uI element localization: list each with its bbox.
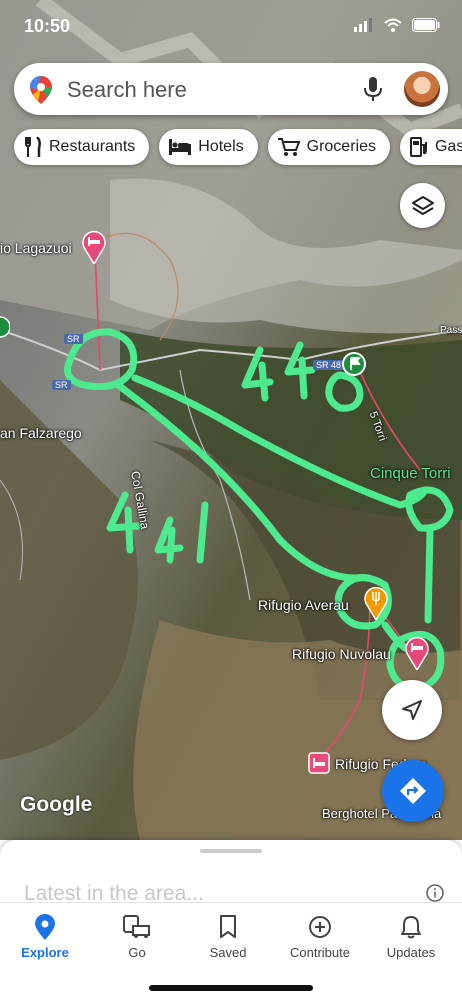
category-chips: Restaurants Hotels Groceries Gas <box>14 129 462 165</box>
map-label-lagazuoi[interactable]: io Lagazuoi <box>0 240 72 256</box>
navigation-arrow-icon <box>402 700 422 720</box>
explore-pin-icon <box>35 914 55 940</box>
tab-label: Updates <box>386 945 436 960</box>
tab-contribute[interactable]: Contribute <box>280 913 360 960</box>
layers-button[interactable] <box>400 183 445 228</box>
hotel-pin-icon[interactable] <box>405 636 429 670</box>
chip-hotels[interactable]: Hotels <box>159 129 258 165</box>
map-label-nuvolau[interactable]: Rifugio Nuvolau <box>292 646 391 662</box>
tab-label: Explore <box>21 945 69 960</box>
chip-label: Restaurants <box>49 138 136 155</box>
battery-icon <box>412 18 440 32</box>
signal-icon <box>354 18 372 32</box>
tab-explore[interactable]: Explore <box>5 913 85 960</box>
search-input[interactable]: Search here <box>67 77 187 103</box>
drag-handle[interactable] <box>200 849 262 853</box>
bottom-sheet[interactable]: Latest in the area... <box>0 840 462 905</box>
cart-icon <box>277 138 300 156</box>
my-location-button[interactable] <box>382 680 442 740</box>
status-time: 10:50 <box>24 16 71 36</box>
tab-saved[interactable]: Saved <box>188 913 268 960</box>
wifi-icon <box>384 18 402 32</box>
road-shield: SR <box>64 334 83 344</box>
restaurant-pin-icon[interactable] <box>364 586 388 620</box>
car-bus-icon <box>123 915 150 938</box>
map-label-falzarego[interactable]: an Falzarego <box>0 425 82 441</box>
fuel-icon <box>409 137 427 157</box>
tab-label: Contribute <box>290 945 350 960</box>
map-label-cinque-torri[interactable]: Cinque Torri <box>370 465 451 482</box>
status-icons <box>354 18 440 32</box>
chip-gas[interactable]: Gas <box>399 129 462 165</box>
google-maps-pin-icon <box>30 76 52 104</box>
status-bar: 10:50 <box>0 0 462 52</box>
road-shield: SR <box>52 380 71 390</box>
fork-knife-icon <box>25 137 41 157</box>
home-indicator <box>149 985 313 991</box>
tab-label: Saved <box>209 945 247 960</box>
directions-button[interactable] <box>382 760 444 822</box>
place-pin-icon[interactable] <box>0 315 10 339</box>
bookmark-icon <box>220 915 236 938</box>
bell-icon <box>401 916 421 939</box>
hotel-pin-icon[interactable] <box>82 230 106 264</box>
info-icon[interactable] <box>426 884 444 902</box>
hotel-marker-icon[interactable] <box>308 752 330 774</box>
search-bar[interactable]: Search here <box>14 63 448 115</box>
flag-pin-icon[interactable] <box>342 352 366 376</box>
tab-updates[interactable]: Updates <box>371 913 451 960</box>
avatar[interactable] <box>404 71 440 107</box>
chip-label: Gas <box>434 138 462 155</box>
tab-go[interactable]: Go <box>97 913 177 960</box>
microphone-icon[interactable] <box>364 77 382 101</box>
chip-restaurants[interactable]: Restaurants <box>14 129 150 165</box>
chip-label: Hotels <box>198 138 244 155</box>
map-label-averau[interactable]: Rifugio Averau <box>258 597 349 613</box>
chip-groceries[interactable]: Groceries <box>267 129 390 165</box>
add-circle-icon <box>309 916 331 938</box>
directions-icon <box>400 778 426 804</box>
bed-icon <box>169 139 192 155</box>
tab-label: Go <box>128 945 146 960</box>
road-shield: SR 48 <box>313 360 345 370</box>
layers-icon <box>411 195 434 215</box>
chip-label: Groceries <box>306 138 376 155</box>
map-label-pass: Pass <box>440 325 462 336</box>
map-view[interactable]: 10:50 Search here Restaurants Hotels Gro… <box>0 0 462 840</box>
google-logo: Google <box>20 793 93 816</box>
